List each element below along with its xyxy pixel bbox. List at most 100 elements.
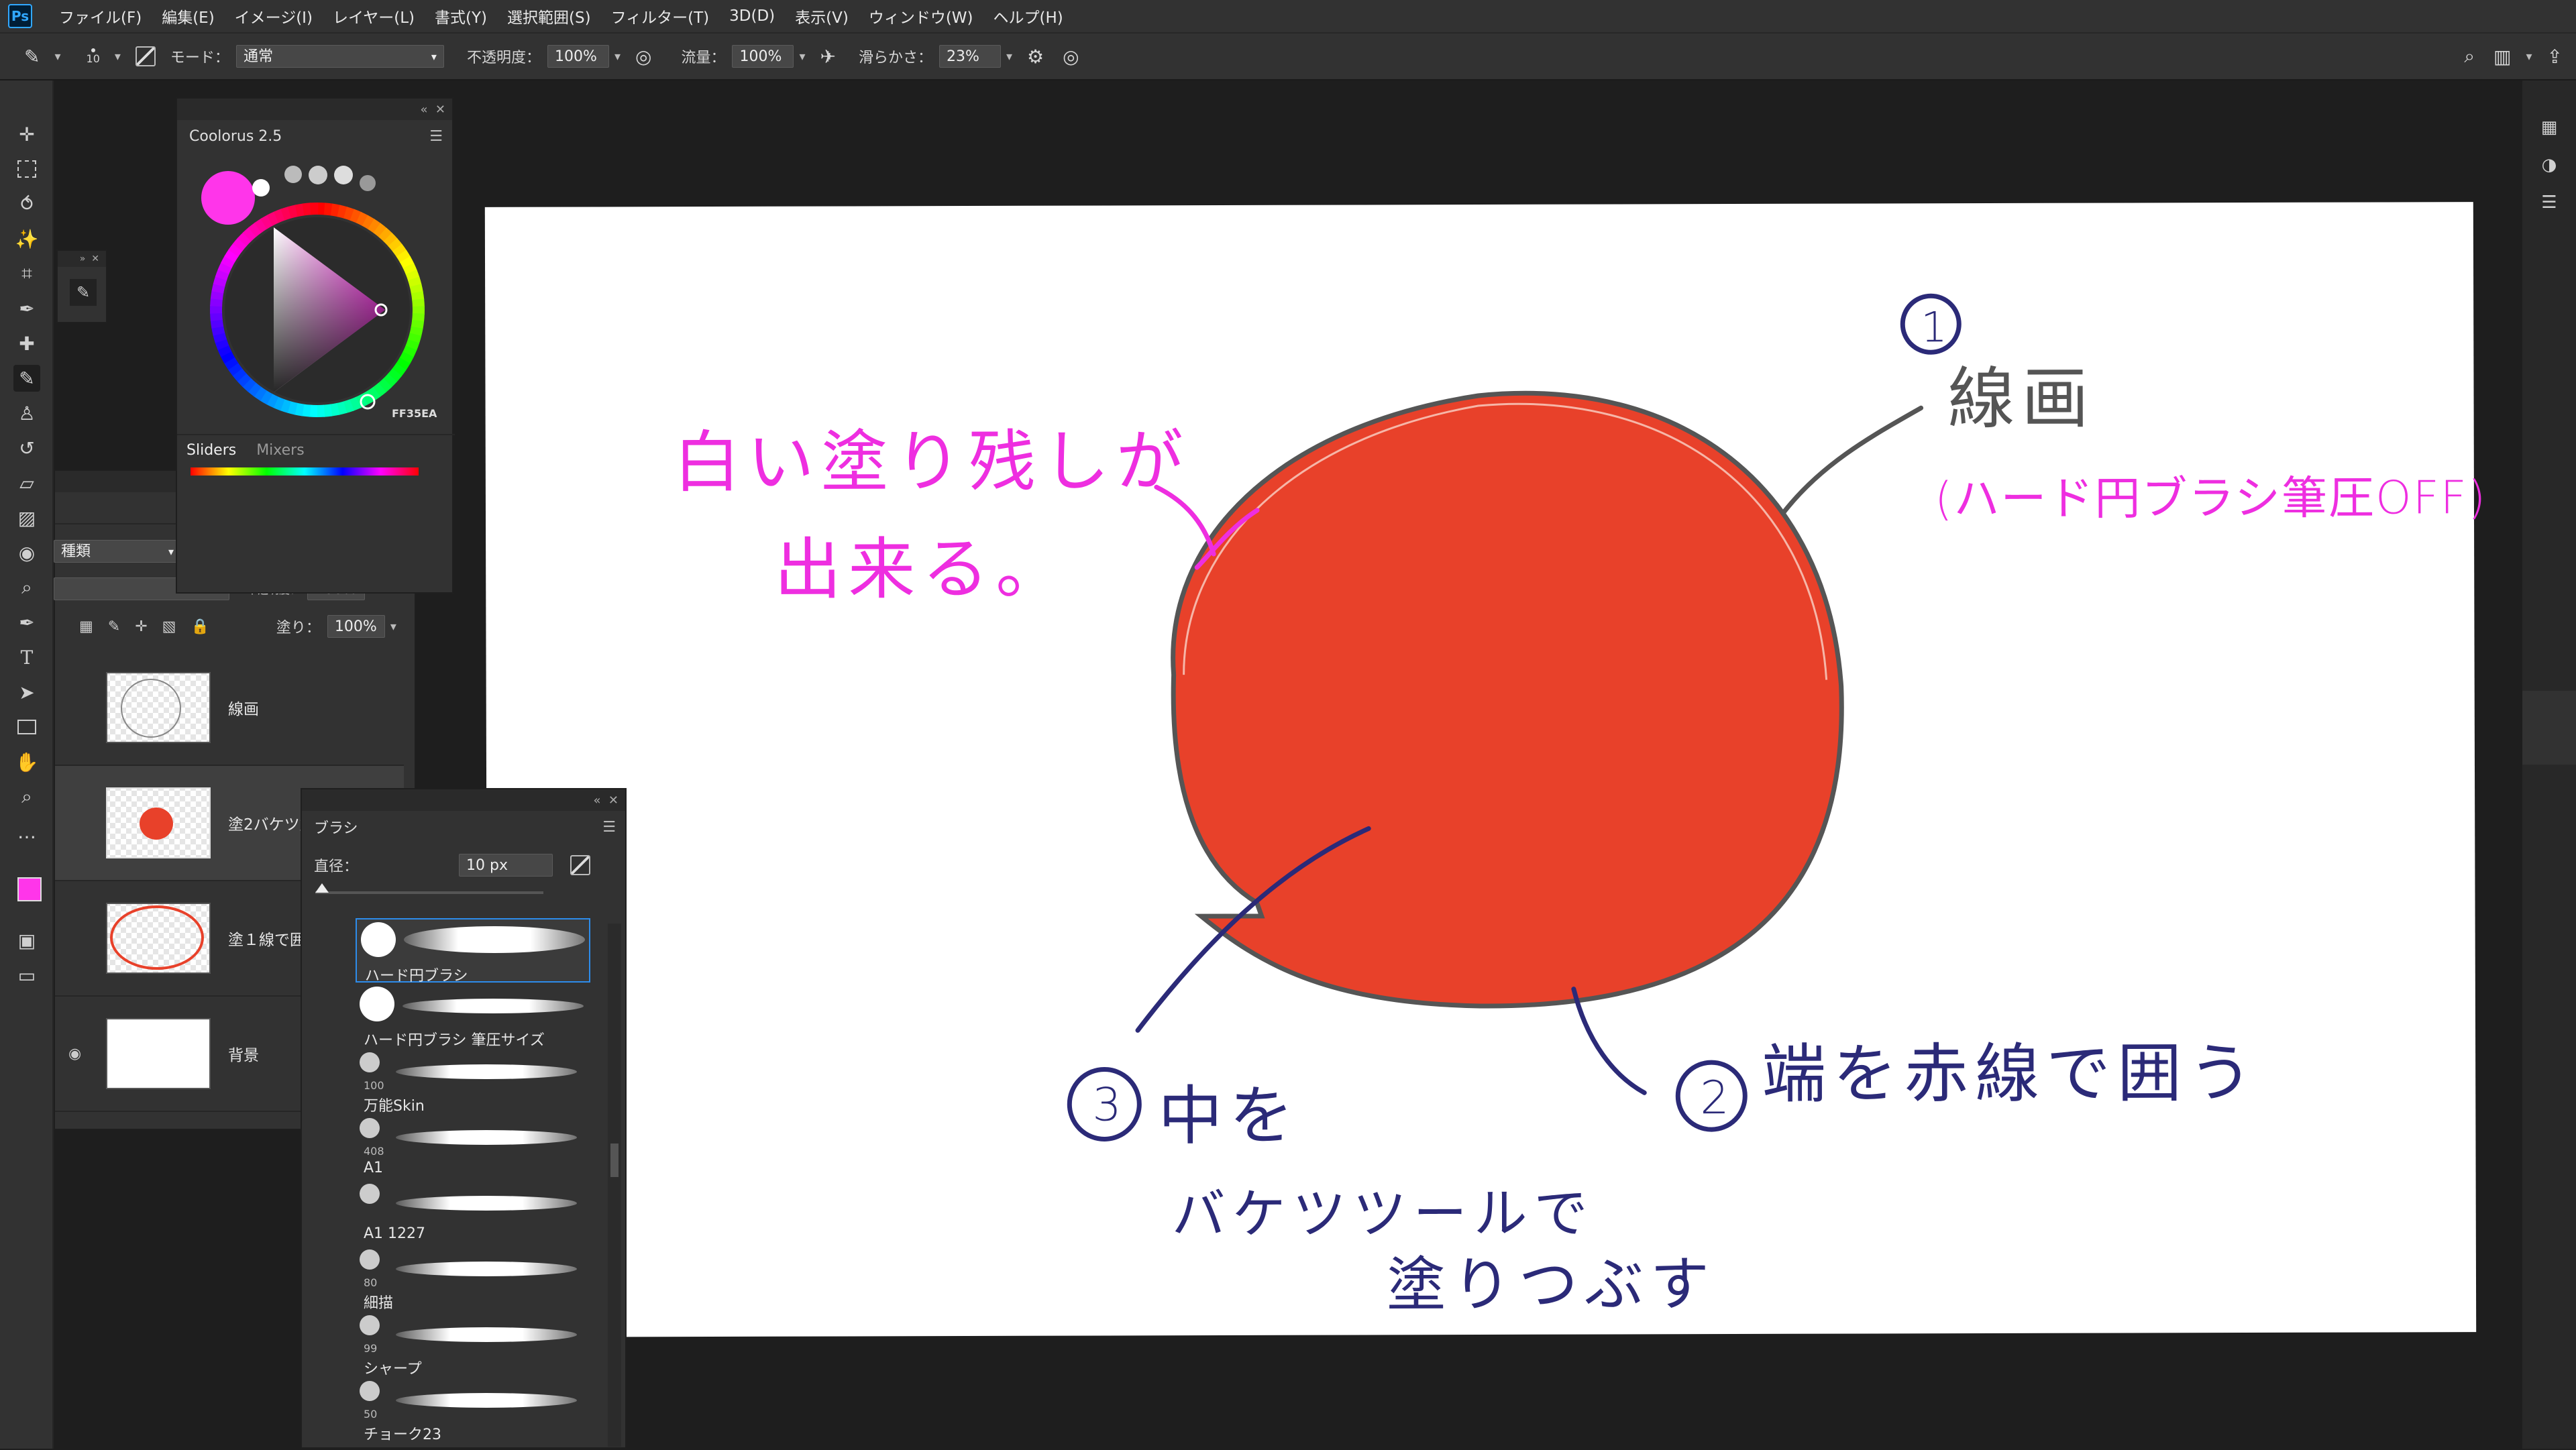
brush-tool-icon[interactable]: ✎: [13, 365, 40, 392]
brush-list-scrollbar[interactable]: [608, 924, 621, 1447]
brush-item[interactable]: ハード円ブラシ 筆圧サイズ: [356, 984, 590, 1049]
search-icon[interactable]: ⌕: [2464, 45, 2475, 68]
stamp-tool-icon[interactable]: ♙: [13, 400, 40, 427]
menu-type[interactable]: 書式(Y): [435, 5, 487, 27]
chevron-down-icon[interactable]: ▾: [54, 50, 60, 64]
panel-menu-icon[interactable]: ☰: [602, 819, 616, 836]
brush-size-picker[interactable]: 10: [87, 48, 100, 65]
lasso-tool-icon[interactable]: ⥀: [13, 190, 40, 217]
blur-tool-icon[interactable]: ◉: [13, 539, 40, 566]
menu-help[interactable]: ヘルプ(H): [994, 5, 1063, 27]
color-wheel[interactable]: [200, 192, 435, 427]
eye-icon[interactable]: ◉: [68, 1046, 81, 1062]
menu-image[interactable]: イメージ(I): [235, 5, 313, 27]
magic-wand-tool-icon[interactable]: ✨: [13, 225, 40, 252]
hex-value[interactable]: FF35EA: [392, 407, 437, 420]
libraries-icon[interactable]: ▦: [2536, 114, 2563, 141]
tab-sliders[interactable]: Sliders: [186, 442, 236, 459]
properties-icon[interactable]: ☰: [2536, 189, 2563, 216]
layer-row[interactable]: 線画: [55, 651, 404, 766]
chevron-down-icon[interactable]: ▾: [390, 620, 396, 634]
quick-mask-icon[interactable]: ▣: [13, 927, 40, 954]
airbrush-icon[interactable]: ✈: [820, 46, 836, 68]
brush-item-selected[interactable]: ハード円ブラシ: [356, 918, 590, 985]
smoothing-field[interactable]: 23%: [938, 45, 1001, 68]
brush-item[interactable]: 408 A1: [356, 1115, 590, 1180]
pen-tool-icon[interactable]: ✒: [13, 609, 40, 636]
close-icon[interactable]: ✕: [91, 254, 99, 264]
chevron-down-icon[interactable]: ▾: [115, 50, 121, 64]
collapse-icon[interactable]: »: [80, 254, 86, 264]
lock-position-icon[interactable]: ✛: [135, 618, 147, 635]
foreground-color-swatch[interactable]: [17, 877, 42, 901]
opacity-field[interactable]: 100%: [547, 45, 609, 68]
menu-file[interactable]: ファイル(F): [59, 5, 142, 27]
preset-swatch[interactable]: [360, 175, 376, 191]
chevron-down-icon[interactable]: ▾: [1006, 50, 1012, 64]
slider-handle-icon[interactable]: [315, 883, 329, 893]
scrollbar-thumb[interactable]: [610, 1144, 619, 1177]
collapse-icon[interactable]: «: [593, 793, 600, 807]
document-canvas[interactable]: 1 線画 (ハード円ブラシ筆圧OFF) 白い塗り残しが 出来る。 2 端を赤線で…: [484, 202, 2487, 1337]
lock-artboard-icon[interactable]: ▧: [162, 618, 176, 635]
eraser-tool-icon[interactable]: ▱: [13, 469, 40, 496]
menu-filter[interactable]: フィルター(T): [611, 5, 710, 27]
move-tool-icon[interactable]: ✛: [13, 121, 40, 148]
photoshop-logo-icon[interactable]: Ps: [8, 4, 32, 28]
preset-swatch[interactable]: [309, 166, 327, 184]
zoom-tool-icon[interactable]: ⌕: [13, 783, 40, 810]
chevron-down-icon[interactable]: ▾: [2526, 50, 2532, 64]
share-icon[interactable]: ⇪: [2547, 46, 2563, 68]
menu-layer[interactable]: レイヤー(L): [333, 5, 415, 27]
screen-mode-icon[interactable]: ▭: [13, 962, 40, 989]
close-icon[interactable]: ✕: [608, 793, 619, 807]
rectangle-tool-icon[interactable]: [13, 714, 40, 740]
panel-menu-icon[interactable]: ☰: [429, 128, 443, 145]
diameter-slider[interactable]: [315, 883, 543, 894]
eyedropper-tool-icon[interactable]: ✒: [13, 295, 40, 322]
lock-all-icon[interactable]: 🔒: [191, 618, 209, 635]
menu-view[interactable]: 表示(V): [795, 5, 849, 27]
brush-item[interactable]: 100 万能Skin: [356, 1050, 590, 1115]
collapse-icon[interactable]: «: [420, 103, 427, 117]
preset-swatch[interactable]: [334, 166, 353, 184]
menu-select[interactable]: 選択範囲(S): [507, 5, 591, 27]
brush-panel-toggle-icon[interactable]: [135, 46, 156, 66]
adjustments-icon[interactable]: ◑: [2536, 152, 2563, 178]
coolorus-title[interactable]: Coolorus 2.5: [189, 128, 282, 145]
crop-tool-icon[interactable]: ⌗: [13, 260, 40, 287]
hue-slider[interactable]: [191, 467, 419, 476]
mode-select[interactable]: 通常 ▾: [235, 45, 444, 68]
flow-field[interactable]: 100%: [732, 45, 794, 68]
brush-item[interactable]: 80 細描: [356, 1247, 590, 1312]
type-tool-icon[interactable]: T: [13, 644, 40, 671]
menu-window[interactable]: ウィンドウ(W): [869, 5, 973, 27]
pressure-opacity-icon[interactable]: ◎: [635, 46, 651, 68]
brush-item[interactable]: A1 1227: [356, 1181, 590, 1245]
brush-item[interactable]: 50 チョーク23: [356, 1378, 590, 1443]
chevron-down-icon[interactable]: ▾: [614, 50, 621, 64]
workspace-icon[interactable]: ▥: [2493, 46, 2511, 68]
brush-item[interactable]: 99 シャープ: [356, 1313, 590, 1378]
paint-bucket-tool-icon[interactable]: ▨: [13, 504, 40, 531]
chevron-down-icon[interactable]: ▾: [799, 50, 805, 64]
more-tools-icon[interactable]: …: [13, 818, 40, 845]
menu-edit[interactable]: 編集(E): [162, 5, 214, 27]
fill-field[interactable]: 100%: [327, 615, 385, 638]
gear-icon[interactable]: ⚙: [1027, 46, 1044, 68]
layer-name[interactable]: 背景: [228, 1042, 259, 1065]
path-selection-tool-icon[interactable]: ➤: [13, 679, 40, 706]
diameter-field[interactable]: 10 px: [459, 854, 553, 877]
tool-preset-brush-icon[interactable]: ✎: [70, 279, 97, 306]
layer-name[interactable]: 線画: [228, 696, 259, 719]
close-icon[interactable]: ✕: [435, 103, 445, 117]
layer-kind-select[interactable]: 種類 ▾: [54, 540, 181, 563]
brush-tool-preset-icon[interactable]: ✎: [24, 46, 40, 68]
healing-brush-tool-icon[interactable]: ✚: [13, 330, 40, 357]
menu-3d[interactable]: 3D(D): [729, 7, 775, 25]
marquee-tool-icon[interactable]: [13, 156, 40, 182]
lock-transparent-icon[interactable]: ▦: [79, 618, 93, 635]
lock-pixels-icon[interactable]: ✎: [108, 618, 120, 635]
brush-panel-title[interactable]: ブラシ: [314, 816, 358, 838]
pressure-size-icon[interactable]: ◎: [1063, 46, 1079, 68]
